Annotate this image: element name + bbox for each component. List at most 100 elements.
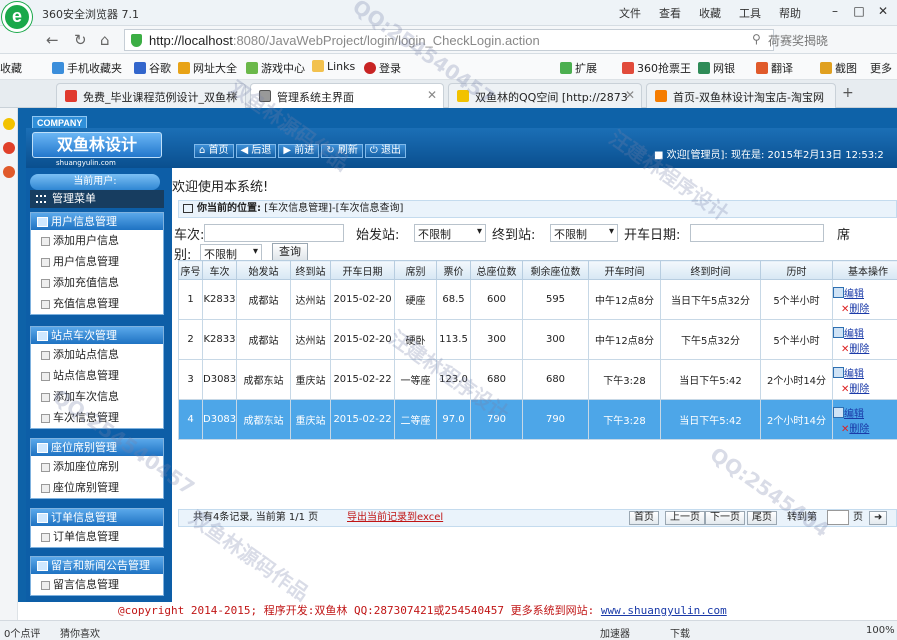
edit-link[interactable]: 编辑 xyxy=(844,369,864,380)
ticket-icon xyxy=(622,62,634,74)
menu-head-stations[interactable]: 站点车次管理 xyxy=(31,327,163,344)
first-page-button[interactable]: 首页 xyxy=(629,511,659,525)
nav-home-button[interactable]: ⌂ 首页 xyxy=(194,144,234,158)
tab-bar: 免费_毕业课程范例设计_双鱼林 ✕ 管理系统主界面 ✕ 双鱼林的QQ空间 [http… xyxy=(0,80,897,108)
bookmark-translate[interactable]: 翻译 xyxy=(756,60,793,76)
menu-view[interactable]: 查看 xyxy=(659,5,681,21)
cell: K2833 xyxy=(202,279,237,320)
menu-head-orders[interactable]: 订单信息管理 xyxy=(31,509,163,526)
weibo-icon[interactable] xyxy=(3,142,15,154)
menu-message-manage[interactable]: 留言信息管理 xyxy=(31,574,163,595)
delete-link[interactable]: 删除 xyxy=(849,424,869,435)
bookmark-extensions[interactable]: 扩展 xyxy=(560,60,597,76)
menu-recharge-manage[interactable]: 充值信息管理 xyxy=(31,293,163,314)
bookmark-bank[interactable]: 网银 xyxy=(698,60,735,76)
status-comments[interactable]: 0个点评 xyxy=(4,625,40,640)
menu-favorites[interactable]: 收藏 xyxy=(699,5,721,21)
bookmark-screenshot[interactable]: 截图 xyxy=(820,60,857,76)
table-row-selected[interactable]: 4 D3083 成都东站 重庆站 2015-02-22 二等座 97.0 790 790 下午3:… xyxy=(178,399,897,440)
app-icon[interactable] xyxy=(3,166,15,178)
status-download[interactable]: 下载 xyxy=(670,625,690,640)
menu-group-users: 用户信息管理 添加用户信息 用户信息管理 添加充值信息 充值信息管理 xyxy=(30,212,164,315)
edit-link[interactable]: 编辑 xyxy=(844,329,864,340)
bookmark-favorites[interactable]: 收藏 xyxy=(0,60,22,76)
menu-head-seats[interactable]: 座位席别管理 xyxy=(31,439,163,456)
delete-link[interactable]: 删除 xyxy=(849,304,869,315)
table-row[interactable]: 2 K2833 成都站 达州站 2015-02-20 硬卧 113.5 300 300 中午12点… xyxy=(178,319,897,360)
menu-add-user[interactable]: 添加用户信息 xyxy=(31,230,163,251)
close-tab-icon[interactable]: ✕ xyxy=(427,88,437,102)
cell: 达州站 xyxy=(290,319,331,360)
table-row[interactable]: 1 K2833 成都站 达州站 2015-02-20 硬座 68.5 600 595 中午12点8… xyxy=(178,279,897,320)
back-arrow-icon[interactable]: ← xyxy=(46,31,59,49)
nav-logout-button[interactable]: ⏻ 退出 xyxy=(364,144,406,158)
menu-head-messages[interactable]: 留言和新闻公告管理 xyxy=(31,557,163,574)
edit-icon xyxy=(833,366,844,378)
close-tab-icon[interactable]: ✕ xyxy=(625,88,635,102)
menu-train-manage[interactable]: 车次信息管理 xyxy=(31,407,163,428)
bookmark-login[interactable]: 登录 xyxy=(364,60,401,76)
menu-head-users[interactable]: 用户信息管理 xyxy=(31,213,163,230)
menu-file[interactable]: 文件 xyxy=(619,5,641,21)
title-menu: 文件 查看 收藏 工具 帮助 xyxy=(619,5,801,21)
bookmark-google[interactable]: 谷歌 xyxy=(134,60,171,76)
table-row[interactable]: 3 D3083 成都东站 重庆站 2015-02-22 一等座 123.0 680 680 下午3… xyxy=(178,359,897,400)
close-icon[interactable]: ✕ xyxy=(873,2,893,20)
search-input[interactable]: 荷赛奖揭晓 xyxy=(768,32,828,49)
cell: 5个半小时 xyxy=(760,319,833,360)
tab-qq[interactable]: 双鱼林的QQ空间 [http://2873 ✕ xyxy=(448,83,642,108)
new-tab-icon[interactable]: + xyxy=(842,85,854,101)
maximize-icon[interactable]: □ xyxy=(849,2,869,20)
status-zoom[interactable]: 100% xyxy=(866,625,895,636)
end-station-select[interactable]: 不限制 xyxy=(550,224,618,242)
search-box[interactable]: ⚲ 荷赛奖揭晓 xyxy=(748,29,896,51)
menu-add-station[interactable]: 添加站点信息 xyxy=(31,344,163,365)
star-icon[interactable] xyxy=(3,118,15,130)
menu-add-train[interactable]: 添加车次信息 xyxy=(31,386,163,407)
bookmark-more[interactable]: 更多 xyxy=(870,60,892,76)
bookmark-mobile[interactable]: 手机收藏夹 xyxy=(52,60,122,76)
delete-link[interactable]: 删除 xyxy=(849,344,869,355)
menu-add-recharge[interactable]: 添加充值信息 xyxy=(31,272,163,293)
refresh-icon[interactable]: ↻ xyxy=(74,31,87,49)
export-excel-link[interactable]: 导出当前记录到excel xyxy=(347,510,443,526)
start-station-label: 始发站: xyxy=(356,228,400,243)
last-page-button[interactable]: 尾页 xyxy=(747,511,777,525)
close-tab-icon[interactable]: ✕ xyxy=(229,88,239,102)
bookmark-links[interactable]: Links xyxy=(312,60,355,73)
delete-link[interactable]: 删除 xyxy=(849,384,869,395)
footer-link[interactable]: www.shuangyulin.com xyxy=(601,604,727,617)
edit-link[interactable]: 编辑 xyxy=(844,289,864,300)
tab-course[interactable]: 免费_毕业课程范例设计_双鱼林 ✕ xyxy=(56,83,246,108)
departure-date-input[interactable] xyxy=(690,224,824,242)
goto-button[interactable]: ➜ xyxy=(869,511,888,525)
minimize-icon[interactable]: – xyxy=(825,2,845,20)
menu-station-manage[interactable]: 站点信息管理 xyxy=(31,365,163,386)
nav-refresh-button[interactable]: ↻ 刷新 xyxy=(321,144,363,158)
home-icon[interactable]: ⌂ xyxy=(100,31,110,49)
start-station-select[interactable]: 不限制 xyxy=(414,224,486,242)
next-page-button[interactable]: 下一页 xyxy=(705,511,745,525)
tab-taobao[interactable]: 首页-双鱼林设计淘宝店-淘宝网 xyxy=(646,83,836,108)
menu-group-seats: 座位席别管理 添加座位席别 座位席别管理 xyxy=(30,438,164,499)
menu-seat-manage[interactable]: 座位席别管理 xyxy=(31,477,163,498)
menu-add-seat[interactable]: 添加座位席别 xyxy=(31,456,163,477)
query-button[interactable]: 查询 xyxy=(272,243,308,261)
menu-order-manage[interactable]: 订单信息管理 xyxy=(31,526,163,547)
train-no-input[interactable] xyxy=(204,224,344,242)
nav-back-button[interactable]: ◀ 后退 xyxy=(235,144,277,158)
bookmark-tickets[interactable]: 360抢票王 xyxy=(622,60,691,76)
status-accelerator[interactable]: 加速器 xyxy=(600,625,630,640)
url-input[interactable]: http://localhost:8080/JavaWebProject/log… xyxy=(124,29,774,51)
menu-tools[interactable]: 工具 xyxy=(739,5,761,21)
edit-link[interactable]: 编辑 xyxy=(844,409,864,420)
bookmark-sites[interactable]: 网址大全 xyxy=(178,60,237,76)
tab-admin[interactable]: 管理系统主界面 ✕ xyxy=(250,83,444,108)
prev-page-button[interactable]: 上一页 xyxy=(665,511,705,525)
menu-user-manage[interactable]: 用户信息管理 xyxy=(31,251,163,272)
goto-page-input[interactable] xyxy=(827,510,849,525)
bookmark-games[interactable]: 游戏中心 xyxy=(246,60,305,76)
status-recommend[interactable]: 猜你喜欢 xyxy=(60,625,100,640)
menu-help[interactable]: 帮助 xyxy=(779,5,801,21)
nav-forward-button[interactable]: ▶ 前进 xyxy=(278,144,320,158)
